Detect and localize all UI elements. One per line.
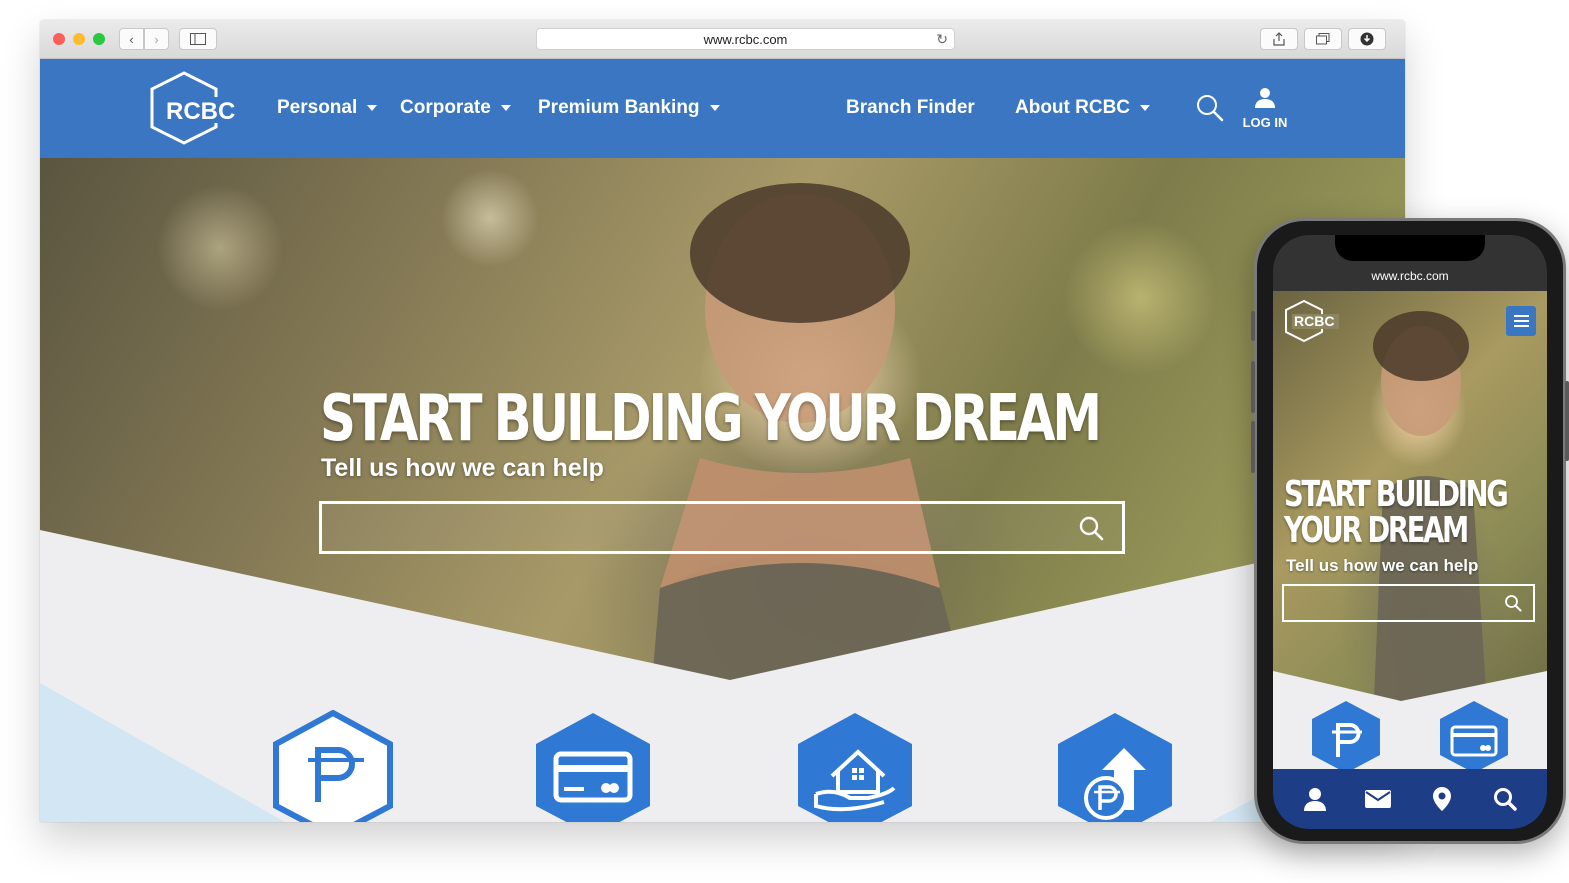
address-url: www.rcbc.com <box>703 31 788 47</box>
logo-text: RCBC <box>166 98 235 125</box>
caret-down-icon <box>1140 105 1151 111</box>
hero-subtitle: Tell us how we can help <box>321 454 604 482</box>
caret-down-icon <box>709 105 720 111</box>
phone-mute-switch <box>1251 311 1255 341</box>
tile-credit-cards[interactable] <box>532 710 654 822</box>
nav-about-rcbc[interactable]: About RCBC <box>1015 97 1151 119</box>
phone-hero-title-line1: START BUILDING <box>1284 474 1509 515</box>
nav-branch-finder-label: Branch Finder <box>846 97 975 118</box>
hero-search-input[interactable] <box>319 501 1125 554</box>
phone-hero-title-line2: YOUR DREAM <box>1284 510 1469 551</box>
share-button[interactable] <box>1260 28 1298 50</box>
nav-corporate[interactable]: Corporate <box>400 97 511 119</box>
tile-savings[interactable] <box>272 710 394 822</box>
desktop-browser-window: ‹ › www.rcbc.com ↻ RCBC Personal Corpora… <box>40 20 1405 822</box>
share-icon <box>1273 32 1285 46</box>
phone-bottom-nav <box>1273 769 1547 829</box>
bottom-nav-account[interactable] <box>1302 786 1328 812</box>
phone-notch <box>1335 235 1485 261</box>
user-icon <box>1255 88 1275 108</box>
rcbc-logo[interactable]: RCBC <box>148 71 240 147</box>
login-button[interactable]: LOG IN <box>1238 87 1292 130</box>
sidebar-toggle-button[interactable] <box>179 28 217 50</box>
nav-corporate-label: Corporate <box>400 97 491 118</box>
back-button[interactable]: ‹ <box>119 28 144 50</box>
tabs-overview-button[interactable] <box>1304 28 1342 50</box>
search-icon[interactable] <box>1504 594 1522 612</box>
nav-personal-label: Personal <box>277 97 358 118</box>
caret-down-icon <box>500 105 511 111</box>
menu-icon-bar <box>1513 320 1529 322</box>
phone-power-button <box>1565 381 1569 461</box>
forward-button[interactable]: › <box>144 28 169 50</box>
close-window-button[interactable] <box>53 33 65 45</box>
nav-premium-banking-label: Premium Banking <box>538 97 700 118</box>
browser-titlebar: ‹ › www.rcbc.com ↻ <box>40 20 1405 59</box>
sidebar-icon <box>190 33 206 45</box>
phone-search-input[interactable] <box>1282 584 1535 622</box>
bottom-nav-locator[interactable] <box>1429 786 1455 812</box>
bottom-nav-search[interactable] <box>1492 786 1518 812</box>
chevron-left-icon: ‹ <box>129 31 134 47</box>
minimize-window-button[interactable] <box>73 33 85 45</box>
location-pin-icon <box>1432 787 1451 811</box>
menu-icon-bar <box>1513 325 1529 327</box>
tabs-icon <box>1316 33 1330 45</box>
bottom-nav-contact[interactable] <box>1365 786 1392 812</box>
phone-rcbc-logo[interactable]: RCBC <box>1283 299 1339 343</box>
phone-url: www.rcbc.com <box>1371 269 1449 283</box>
site-navbar: RCBC Personal Corporate Premium Banking … <box>40 59 1405 158</box>
search-icon[interactable] <box>1078 515 1104 541</box>
address-bar[interactable]: www.rcbc.com ↻ <box>536 28 955 50</box>
hero-background-shapes <box>40 183 1405 822</box>
phone-hero-subtitle: Tell us how we can help <box>1286 556 1479 575</box>
mobile-phone-mockup: www.rcbc.com RCBC START BUILDING YOUR DR… <box>1251 218 1569 844</box>
user-icon <box>1303 788 1326 811</box>
caret-down-icon <box>367 105 378 111</box>
nav-branch-finder[interactable]: Branch Finder <box>846 97 975 119</box>
login-label: LOG IN <box>1242 115 1288 130</box>
phone-hero-title: START BUILDING YOUR DREAM <box>1284 474 1509 551</box>
nav-personal[interactable]: Personal <box>277 97 378 119</box>
phone-logo-text: RCBC <box>1294 313 1334 329</box>
hamburger-menu-button[interactable] <box>1506 306 1536 336</box>
downloads-button[interactable] <box>1348 28 1386 50</box>
phone-volume-down <box>1251 421 1255 473</box>
phone-tile-savings[interactable] <box>1310 699 1382 769</box>
phone-screen: www.rcbc.com RCBC START BUILDING YOUR DR… <box>1273 235 1547 829</box>
phone-volume-up <box>1251 361 1255 413</box>
phone-hero: RCBC START BUILDING YOUR DREAM Tell us h… <box>1273 291 1547 721</box>
mail-icon <box>1365 790 1392 808</box>
menu-icon-bar <box>1513 315 1529 317</box>
zoom-window-button[interactable] <box>93 33 105 45</box>
hero-banner: START BUILDING YOUR DREAM Tell us how we… <box>40 158 1405 822</box>
phone-tile-credit-cards[interactable] <box>1438 699 1510 769</box>
tile-investments[interactable] <box>1054 710 1176 822</box>
search-icon[interactable] <box>1195 93 1225 123</box>
nav-about-rcbc-label: About RCBC <box>1015 97 1131 118</box>
hero-title: START BUILDING YOUR DREAM <box>320 382 1102 456</box>
nav-premium-banking[interactable]: Premium Banking <box>538 97 720 119</box>
download-icon <box>1360 32 1374 46</box>
tile-home-loans[interactable] <box>794 710 916 822</box>
search-icon <box>1494 788 1517 811</box>
chevron-right-icon: › <box>154 31 159 47</box>
reload-icon[interactable]: ↻ <box>936 31 948 48</box>
